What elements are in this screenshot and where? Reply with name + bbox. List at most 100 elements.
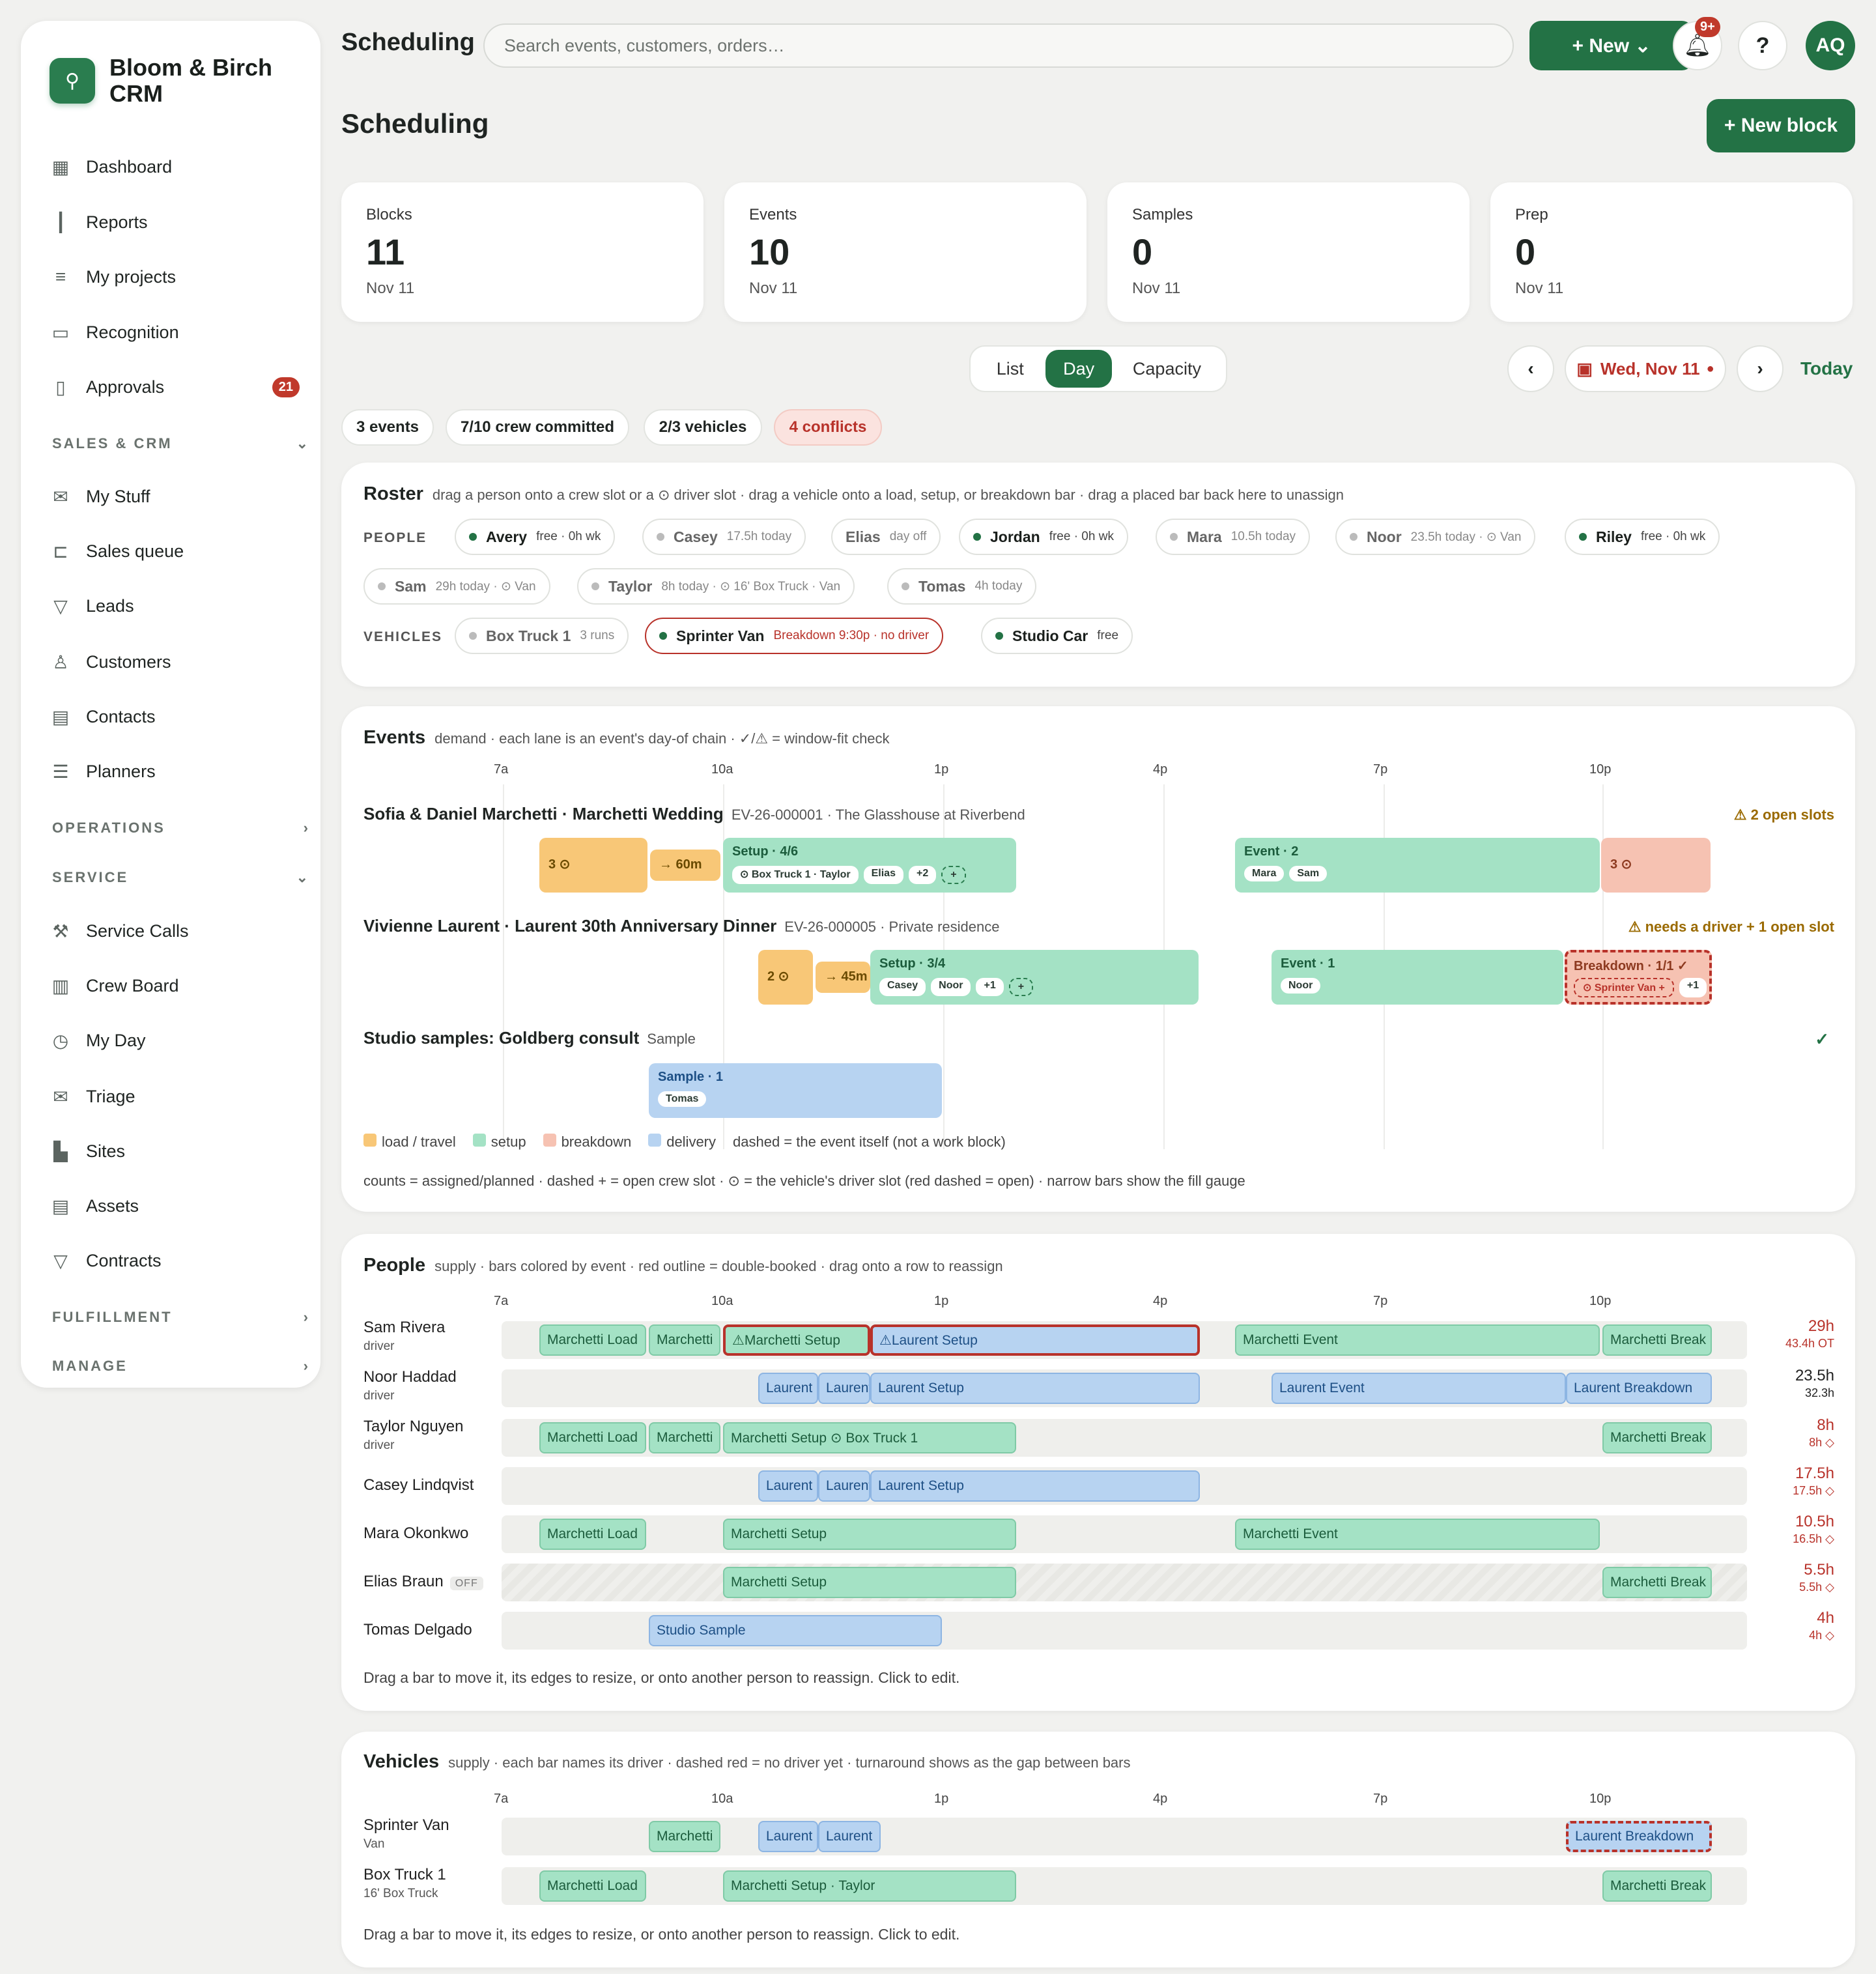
schedule-bar[interactable]: Laurent Setup xyxy=(870,1373,1200,1404)
schedule-bar[interactable]: Laurent xyxy=(818,1821,881,1852)
person-track[interactable]: Laurent Laurent Laurent Setup Laurent Ev… xyxy=(502,1369,1747,1407)
roster-person[interactable]: Casey 17.5h today xyxy=(642,519,806,555)
crew-tag[interactable]: Tomas xyxy=(658,1091,707,1107)
schedule-bar[interactable]: Marchetti Load xyxy=(539,1422,646,1453)
schedule-bar[interactable]: ⚠Laurent Setup xyxy=(870,1324,1200,1356)
section-service[interactable]: SERVICE ⌄ xyxy=(52,869,310,886)
sidebar-item-leads[interactable]: ▽ Leads xyxy=(50,583,310,629)
open-slot[interactable]: + xyxy=(941,866,966,884)
sidebar-item-service-calls[interactable]: ⚒ Service Calls xyxy=(50,908,310,954)
new-button[interactable]: + New ⌄ xyxy=(1529,21,1694,70)
new-block-button[interactable]: + New block xyxy=(1707,99,1855,152)
roster-person[interactable]: Taylor 8h today · ⊙ 16' Box Truck · Van xyxy=(577,568,855,605)
roster-vehicle[interactable]: Sprinter Van Breakdown 9:30p · no driver xyxy=(645,618,944,654)
roster-person[interactable]: Mara 10.5h today xyxy=(1156,519,1311,555)
load-block[interactable]: 2 ⊙ xyxy=(758,950,813,1005)
schedule-bar[interactable]: Marchetti Load xyxy=(539,1324,646,1356)
roster-person[interactable]: Sam 29h today · ⊙ Van xyxy=(363,568,550,605)
sidebar-item-triage[interactable]: ✉ Triage xyxy=(50,1074,310,1119)
lane-title[interactable]: Vivienne Laurent · Laurent 30th Annivers… xyxy=(363,916,1000,936)
setup-block[interactable]: Setup · 4/6 ⊙ Box Truck 1 · Taylor Elias +2… xyxy=(723,838,1016,893)
sidebar-item-reports[interactable]: ┃ Reports xyxy=(50,199,310,245)
section-operations[interactable]: OPERATIONS › xyxy=(52,820,310,837)
setup-block[interactable]: Setup · 3/4 Casey Noor +1 + xyxy=(870,950,1199,1005)
sidebar-item-contacts[interactable]: ▤ Contacts xyxy=(50,694,310,739)
roster-person[interactable]: Avery free · 0h wk xyxy=(455,519,616,555)
schedule-bar[interactable]: Laurent xyxy=(758,1821,818,1852)
person-track[interactable]: Studio Sample xyxy=(502,1612,1747,1650)
crew-tag[interactable]: +1 xyxy=(976,978,1004,996)
section-fulfillment[interactable]: FULFILLMENT › xyxy=(52,1309,310,1326)
next-day-button[interactable]: › xyxy=(1737,345,1784,392)
crew-tag[interactable]: Sam xyxy=(1289,866,1328,881)
section-sales-crm[interactable]: SALES & CRM ⌄ xyxy=(52,435,310,452)
sidebar-item-planners[interactable]: ☰ Planners xyxy=(50,749,310,794)
roster-vehicle[interactable]: Studio Car free xyxy=(981,618,1133,654)
tab-capacity[interactable]: Capacity xyxy=(1112,350,1222,388)
load-block[interactable]: 3 ⊙ xyxy=(539,838,647,893)
schedule-bar[interactable]: Marchetti Setup xyxy=(723,1567,1016,1598)
open-slot[interactable]: + xyxy=(1008,978,1034,996)
crew-tag[interactable]: Noor xyxy=(931,978,971,996)
schedule-bar[interactable]: Marchetti Event xyxy=(1235,1324,1600,1356)
sidebar-item-crew-board[interactable]: ▥ Crew Board xyxy=(50,963,310,1008)
prev-day-button[interactable]: ‹ xyxy=(1507,345,1554,392)
roster-person[interactable]: Noor 23.5h today · ⊙ Van xyxy=(1335,519,1536,555)
help-icon[interactable]: ? xyxy=(1738,21,1787,70)
sidebar-item-sites[interactable]: ▙ Sites xyxy=(50,1128,310,1174)
schedule-bar[interactable]: Marchetti Break xyxy=(1602,1567,1712,1598)
vehicle-track[interactable]: Marchetti Load Marchetti Setup · Taylor … xyxy=(502,1867,1747,1905)
roster-person[interactable]: Elias day off xyxy=(831,519,941,555)
avatar[interactable]: AQ xyxy=(1806,21,1855,70)
roster-person[interactable]: Jordan free · 0h wk xyxy=(959,519,1128,555)
schedule-bar[interactable]: Marchetti Break xyxy=(1602,1422,1712,1453)
sidebar-item-recognition[interactable]: ▭ Recognition xyxy=(50,309,310,355)
person-track[interactable]: Marchetti Setup Marchetti Break xyxy=(502,1564,1747,1601)
sample-block[interactable]: Sample · 1 Tomas xyxy=(649,1063,942,1118)
person-track[interactable]: Laurent Laurent Laurent Setup xyxy=(502,1467,1747,1505)
crew-tag[interactable]: +2 xyxy=(908,866,937,884)
sidebar-item-approvals[interactable]: ▯ Approvals 21 xyxy=(50,364,310,410)
lane-title[interactable]: Studio samples: Goldberg consult Sample xyxy=(363,1028,696,1048)
sidebar-item-contracts[interactable]: ▽ Contracts xyxy=(50,1238,310,1283)
schedule-bar[interactable]: Laurent Event xyxy=(1272,1373,1566,1404)
tab-day[interactable]: Day xyxy=(1045,350,1112,388)
vehicle-track[interactable]: Marchetti Laurent Laurent Laurent Breakd… xyxy=(502,1818,1747,1855)
vehicles-chip[interactable]: 2/3 vehicles xyxy=(644,409,762,446)
event-block[interactable]: Event · 1 Noor xyxy=(1272,950,1563,1005)
breakdown-block[interactable]: Breakdown · 1/1 ✓ ⊙ Sprinter Van + +1 xyxy=(1565,950,1712,1005)
person-track[interactable]: Marchetti Load Marchetti ⚠Marchetti Setu… xyxy=(502,1321,1747,1359)
sidebar-item-dashboard[interactable]: ▦ Dashboard xyxy=(50,144,310,190)
roster-person[interactable]: Riley free · 0h wk xyxy=(1565,519,1720,555)
search-input[interactable]: Search events, customers, orders… xyxy=(483,23,1514,68)
schedule-bar[interactable]: Laurent Breakdown xyxy=(1566,1821,1712,1852)
schedule-bar[interactable]: Laurent xyxy=(758,1470,818,1502)
sidebar-item-sales-queue[interactable]: ⊏ Sales queue xyxy=(50,528,310,574)
crew-tag[interactable]: +1 xyxy=(1679,978,1707,997)
sidebar-item-my-projects[interactable]: ≡ My projects xyxy=(50,254,310,300)
crew-tag[interactable]: Noor xyxy=(1281,978,1321,994)
sidebar-item-assets[interactable]: ▤ Assets xyxy=(50,1183,310,1229)
schedule-bar[interactable]: Marchetti Event xyxy=(1235,1519,1600,1550)
conflicts-chip[interactable]: 4 conflicts xyxy=(774,409,882,446)
schedule-bar[interactable]: Laurent xyxy=(818,1373,870,1404)
sidebar-item-my-stuff[interactable]: ✉ My Stuff xyxy=(50,474,310,519)
event-block[interactable]: Event · 2 Mara Sam xyxy=(1235,838,1600,893)
schedule-bar[interactable]: Marchetti Load xyxy=(539,1870,646,1902)
crew-tag[interactable]: Mara xyxy=(1244,866,1285,881)
schedule-bar[interactable]: Marchetti Break xyxy=(1602,1870,1712,1902)
person-track[interactable]: Marchetti Load Marchetti Setup Marchetti… xyxy=(502,1515,1747,1553)
schedule-bar[interactable]: Marchetti Setup · Taylor xyxy=(723,1870,1016,1902)
travel-block[interactable]: → 60m xyxy=(650,850,720,881)
schedule-bar[interactable]: Marchetti Load xyxy=(539,1519,646,1550)
schedule-bar[interactable]: ⚠Marchetti Setup xyxy=(723,1324,870,1356)
crew-chip[interactable]: 7/10 crew committed xyxy=(446,409,629,446)
schedule-bar[interactable]: Studio Sample xyxy=(649,1615,942,1646)
schedule-bar[interactable]: Marchetti xyxy=(649,1422,720,1453)
crew-tag[interactable]: Casey xyxy=(879,978,926,996)
person-track[interactable]: Marchetti Load Marchetti Marchetti Setup… xyxy=(502,1419,1747,1457)
schedule-bar[interactable]: Marchetti xyxy=(649,1324,720,1356)
crew-tag[interactable]: Elias xyxy=(863,866,903,884)
roster-person[interactable]: Tomas 4h today xyxy=(887,568,1037,605)
sidebar-item-my-day[interactable]: ◷ My Day xyxy=(50,1018,310,1063)
